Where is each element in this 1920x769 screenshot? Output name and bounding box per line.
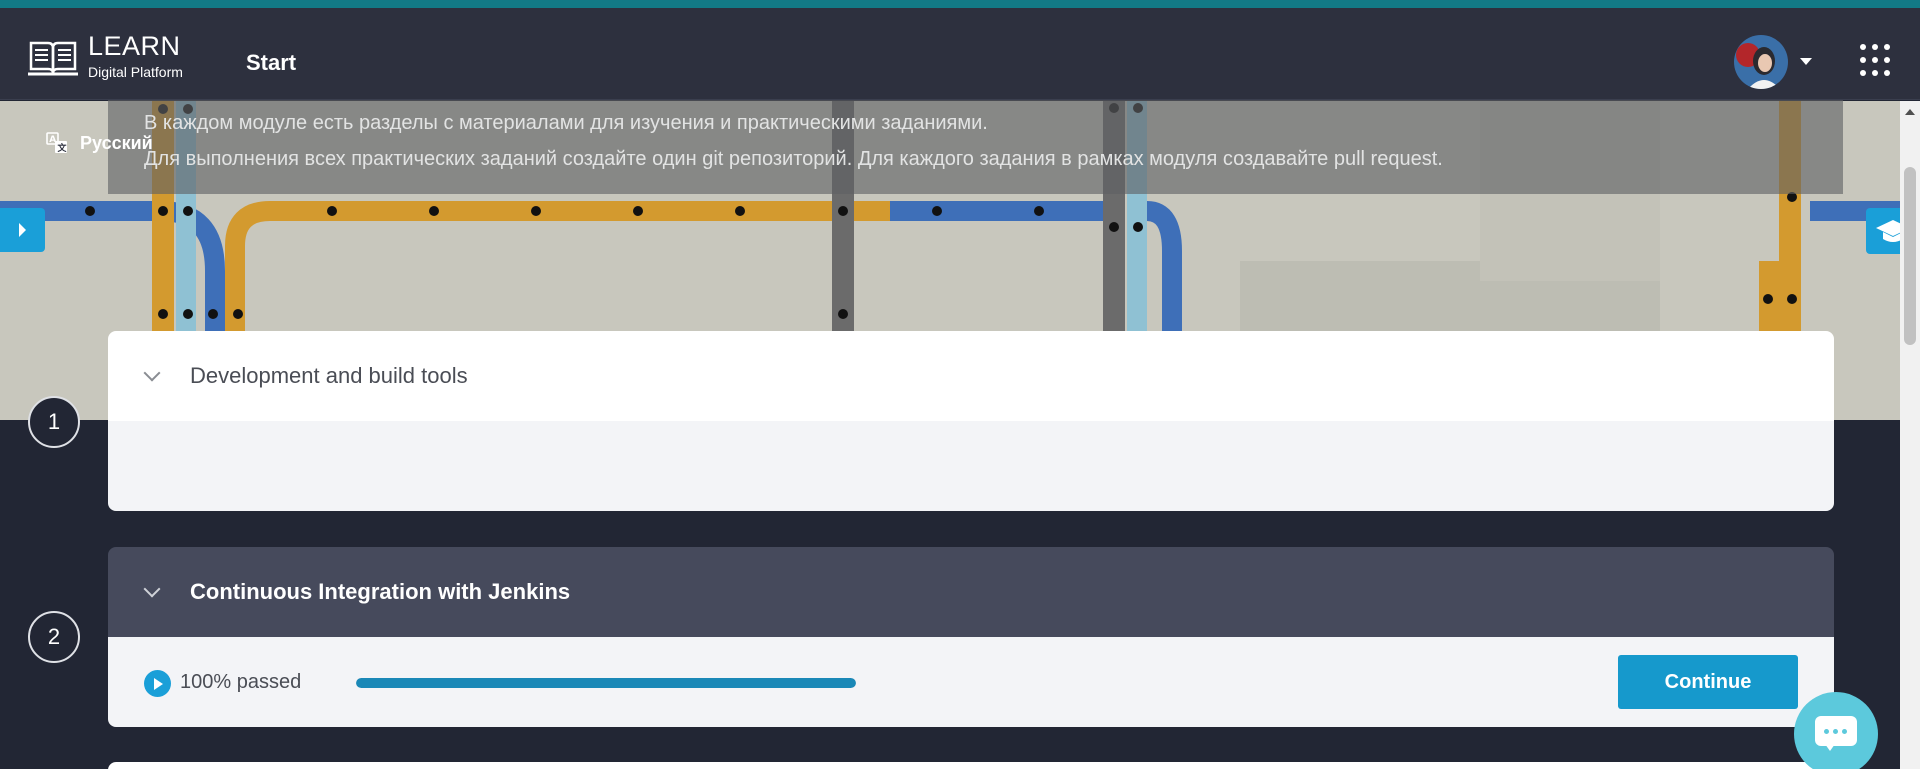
user-avatar[interactable] bbox=[1734, 35, 1788, 89]
module-card-1: Development and build tools bbox=[108, 331, 1834, 511]
scrollbar-thumb[interactable] bbox=[1904, 167, 1916, 345]
scroll-up-arrow-icon[interactable] bbox=[1905, 109, 1915, 115]
module-header-2[interactable]: Continuous Integration with Jenkins bbox=[108, 547, 1834, 637]
module-title-1: Development and build tools bbox=[190, 363, 468, 388]
chevron-down-icon bbox=[143, 580, 161, 598]
module-header-1[interactable]: Development and build tools bbox=[108, 331, 1834, 421]
top-accent-line bbox=[0, 0, 1920, 8]
sidebar-toggle-button[interactable] bbox=[0, 208, 45, 252]
progress-bar-fill bbox=[356, 678, 856, 688]
description-line-1: В каждом модуле есть разделы с материала… bbox=[144, 112, 988, 134]
avatar-image bbox=[1734, 35, 1788, 89]
play-icon[interactable] bbox=[144, 670, 171, 697]
grid-menu-icon[interactable] bbox=[1860, 44, 1890, 80]
progress-bar bbox=[356, 678, 856, 688]
module-card-3 bbox=[108, 762, 1834, 769]
logo[interactable]: LEARN Digital Platform bbox=[28, 32, 183, 81]
module-card-2: Continuous Integration with Jenkins 100%… bbox=[108, 547, 1834, 727]
top-navigation-bar: LEARN Digital Platform Start bbox=[0, 8, 1920, 100]
vertical-scrollbar[interactable] bbox=[1900, 101, 1920, 769]
progress-text: 100% passed bbox=[180, 671, 302, 693]
logo-title: LEARN bbox=[88, 31, 181, 61]
book-icon bbox=[28, 41, 78, 75]
description-line-2: Для выполнения всех практических заданий… bbox=[144, 148, 1443, 170]
module-title-2: Continuous Integration with Jenkins bbox=[190, 579, 571, 604]
module-body-2: 100% passed Continue bbox=[108, 637, 1834, 727]
chevron-down-icon bbox=[143, 364, 161, 382]
module-number-1: 1 bbox=[28, 396, 80, 448]
chat-icon[interactable] bbox=[1794, 692, 1878, 769]
chat-bubble bbox=[1815, 716, 1857, 751]
module-body-1 bbox=[108, 421, 1834, 511]
language-switcher[interactable]: A 文 Русский bbox=[46, 132, 153, 154]
continue-button[interactable]: Continue bbox=[1618, 655, 1798, 709]
user-menu-caret-icon[interactable] bbox=[1800, 58, 1812, 65]
course-description: В каждом модуле есть разделы с материала… bbox=[108, 100, 1843, 194]
nav-start-link[interactable]: Start bbox=[246, 50, 296, 76]
logo-subtitle: Digital Platform bbox=[88, 64, 183, 80]
translate-icon: A 文 bbox=[46, 132, 68, 154]
language-label: Русский bbox=[80, 132, 153, 153]
module-number-2: 2 bbox=[28, 611, 80, 663]
svg-text:文: 文 bbox=[57, 142, 68, 154]
